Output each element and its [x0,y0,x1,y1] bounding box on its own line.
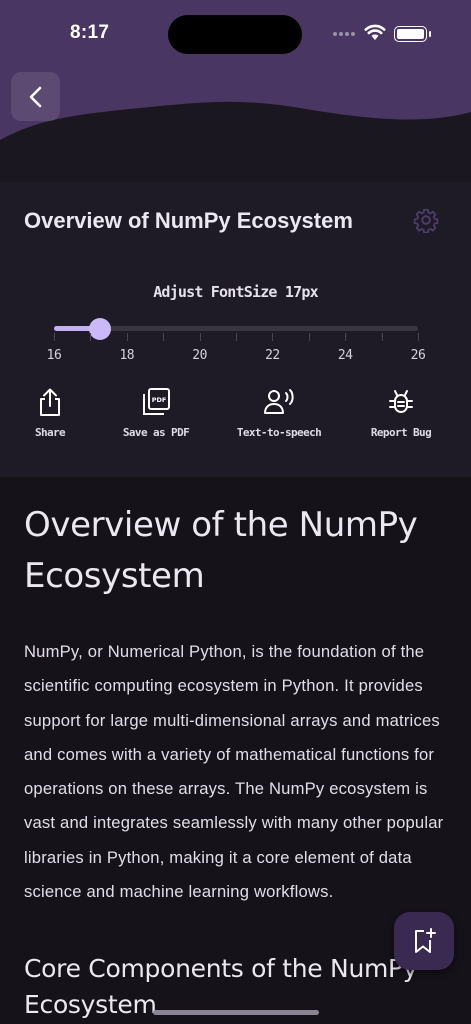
slider-tick [90,333,92,341]
slider-tick [381,333,383,341]
gear-icon[interactable] [413,207,439,233]
save-as-pdf-label: Save as PDF [122,426,190,439]
font-size-label: Adjust FontSize 17px [153,283,318,301]
text-to-speech-label: Text-to-speech [236,426,322,439]
slider-tick [126,333,128,341]
slider-tick-label: 24 [337,348,353,363]
chevron-left-icon [29,86,41,107]
slider-tick [199,333,201,341]
share-button[interactable]: Share [0,386,100,439]
report-bug-button[interactable]: Report Bug [351,386,451,439]
report-bug-label: Report Bug [370,426,432,439]
slider-tick-label: 26 [410,348,426,363]
header: 8:17 [0,0,471,182]
text-to-speech-button[interactable]: Text-to-speech [229,386,329,439]
slider-tick [163,333,165,341]
slider-tick-label: 16 [46,348,62,363]
slider-tick-labels: 16 18 20 22 24 26 [47,348,426,364]
wifi-icon [364,24,386,40]
status-bar: 8:17 [0,0,471,64]
home-indicator [153,1010,319,1015]
save-as-pdf-button[interactable]: PDF Save as PDF [106,386,206,439]
panel-title: Overview of NumPy Ecosystem [24,208,353,233]
cellular-signal-icon [333,32,355,36]
pdf-icon: PDF [143,388,170,415]
slider-tick-label: 20 [192,348,207,363]
back-button[interactable] [11,72,60,121]
svg-text:PDF: PDF [152,396,167,404]
slider-tick [54,333,55,341]
slider-tick-label: 18 [119,348,135,363]
action-row: Share PDF Save as PDF Text-to-speech Rep… [0,386,471,446]
article-paragraph: NumPy, or Numerical Python, is the found… [24,642,444,902]
dynamic-island [168,15,302,54]
slider-tick [308,333,310,341]
slider-tick [418,333,419,341]
bookmark-add-icon [415,928,436,953]
bug-icon [389,390,413,413]
reading-settings-panel: Overview of NumPy Ecosystem Adjust FontS… [0,182,471,477]
voice-icon [264,389,294,414]
status-time: 8:17 [70,22,110,43]
slider-tick [236,333,237,341]
add-bookmark-button[interactable] [394,912,454,970]
slider-tick [345,333,347,341]
article: Overview of the NumPy Ecosystem NumPy, o… [24,500,449,1023]
slider-tick [272,333,274,341]
battery-icon [394,26,431,42]
slider-tick-label: 22 [265,348,280,363]
article-title: Overview of the NumPy Ecosystem [24,505,418,596]
share-label: Share [34,426,66,439]
share-icon [40,388,60,416]
slider-ticks [54,333,419,341]
